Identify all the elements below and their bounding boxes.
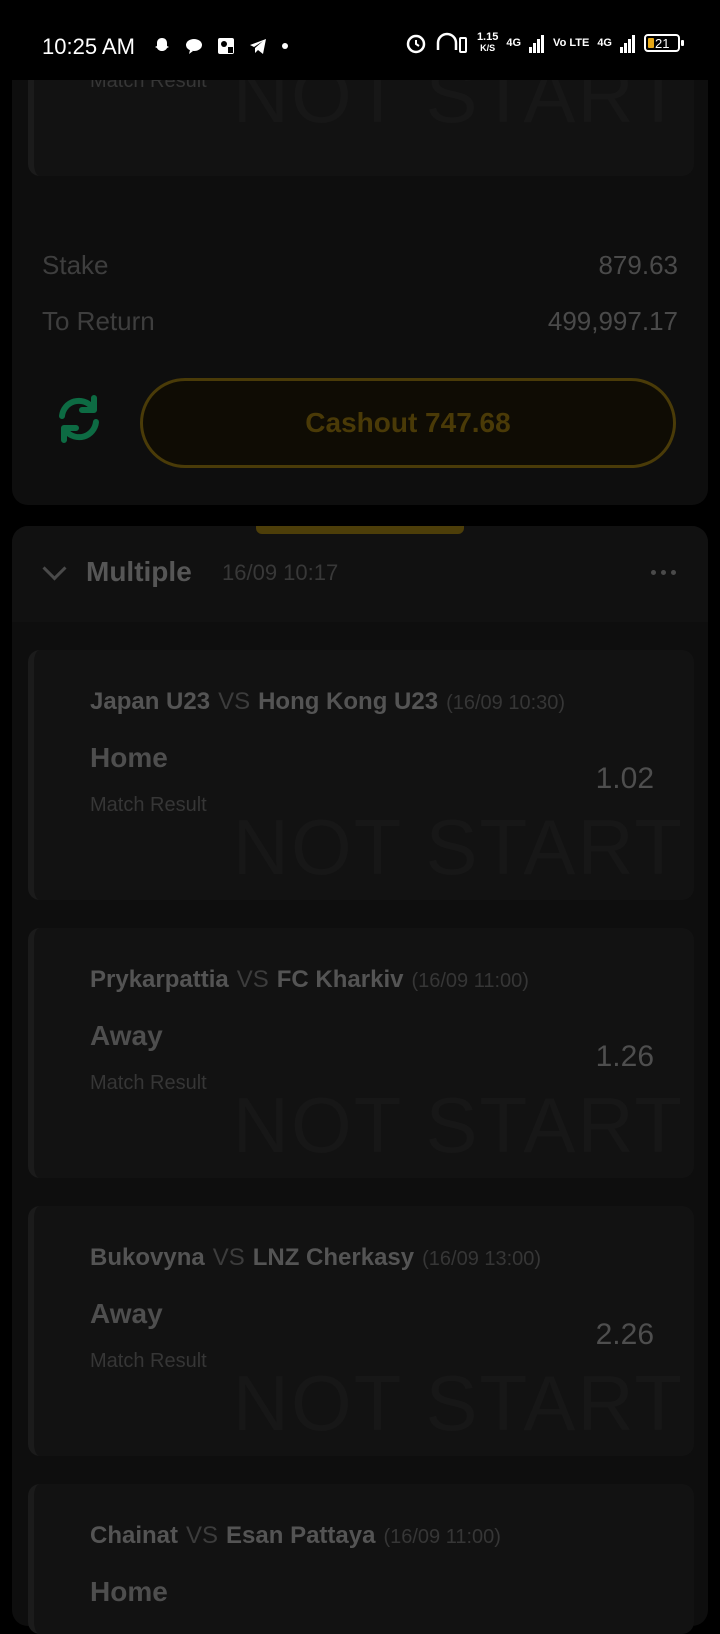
drag-handle[interactable] — [256, 526, 464, 534]
stake-label: Stake — [42, 250, 109, 280]
leg-pick: Away — [90, 1298, 163, 1329]
headphones-icon — [436, 32, 467, 53]
alarm-icon — [406, 34, 426, 54]
leg-teams: Prykarpattia VS FC Kharkiv (16/09 11:00) — [90, 966, 529, 994]
leg-market: Match Result — [90, 1350, 207, 1372]
not-start-watermark: NOT START — [232, 1359, 684, 1447]
leg-market: Match Result — [90, 1072, 207, 1094]
signal-4g-label: 4G — [506, 36, 522, 49]
leg-teams: Chainat VS Esan Pattaya (16/09 11:00) — [90, 1522, 501, 1550]
battery-icon: 21 — [644, 34, 684, 52]
status-bar: 10:25 AM 1.15 K/S 4G Vo LTE 4G 21 — [0, 0, 720, 80]
match-date: (16/09 13:00) — [422, 1248, 542, 1270]
not-start-watermark: NOT START — [232, 803, 684, 891]
leg-odds: 1.02 — [595, 762, 654, 795]
leg-odds: 1.26 — [595, 1040, 654, 1073]
away-team: Esan Pattaya — [226, 1522, 376, 1549]
return-value: 499,997.17 — [547, 306, 678, 336]
leg-pick: Home — [90, 742, 168, 773]
multiple-date: 16/09 10:17 — [222, 560, 339, 585]
leg-teams: Japan U23 VS Hong Kong U23 (16/09 10:30) — [90, 688, 565, 716]
leg-item: Bukovyna VS LNZ Cherkasy (16/09 13:00) Away… — [28, 1206, 694, 1456]
away-team: LNZ Cherkasy — [252, 1244, 415, 1271]
vs-label: VS — [186, 1522, 219, 1549]
more-options-icon[interactable] — [651, 570, 676, 575]
not-start-watermark: NOT START — [232, 1081, 684, 1169]
signal-4g-label-2: 4G — [597, 36, 612, 49]
leg-item: Prykarpattia VS FC Kharkiv (16/09 11:00) Aw… — [28, 928, 694, 1178]
vs-label: VS — [212, 1244, 245, 1271]
leg-item: Chainat VS Esan Pattaya (16/09 11:00) Home — [28, 1484, 694, 1634]
contact-card-icon — [218, 38, 234, 54]
match-date: (16/09 10:30) — [446, 692, 566, 714]
leg-odds: 2.26 — [595, 1318, 654, 1351]
signal-bars-icon — [529, 35, 545, 53]
cashout-button[interactable]: Cashout 747.68 — [140, 378, 676, 468]
away-team: Hong Kong U23 — [258, 688, 439, 715]
system-icons: 1.15 K/S 4G Vo LTE 4G 21 — [405, 31, 684, 54]
chat-bubble-icon — [186, 39, 202, 54]
leg-pick: Away — [90, 1020, 163, 1051]
leg-teams: Bukovyna VS LNZ Cherkasy (16/09 13:00) — [90, 1244, 541, 1272]
multiple-title: Multiple — [86, 556, 192, 587]
leg-item: Japan U23 VS Hong Kong U23 (16/09 10:30) Ho… — [28, 650, 694, 900]
match-date: (16/09 11:00) — [411, 970, 529, 992]
notification-icons — [152, 36, 290, 56]
home-team: Prykarpattia — [90, 966, 229, 993]
home-team: Bukovyna — [90, 1244, 205, 1271]
vs-label: VS — [236, 966, 269, 993]
net-speed: 1.15 K/S — [476, 31, 499, 54]
telegram-icon — [250, 39, 266, 54]
vs-label: VS — [218, 688, 251, 715]
home-team: Chainat — [90, 1522, 179, 1549]
volte-label: Vo LTE — [553, 36, 590, 49]
snapchat-icon — [155, 38, 169, 51]
leg-market: Match Result — [90, 794, 207, 816]
away-team: FC Kharkiv — [276, 966, 404, 993]
return-label: To Return — [42, 306, 155, 336]
status-time: 10:25 AM — [42, 34, 135, 59]
home-team: Japan U23 — [90, 688, 211, 715]
match-date: (16/09 11:00) — [383, 1526, 501, 1548]
refresh-icon[interactable] — [52, 392, 106, 446]
signal-bars-icon-2 — [620, 35, 635, 53]
stake-value: 879.63 — [598, 250, 678, 280]
leg-pick: Home — [90, 1576, 168, 1607]
dot-icon — [282, 43, 288, 49]
